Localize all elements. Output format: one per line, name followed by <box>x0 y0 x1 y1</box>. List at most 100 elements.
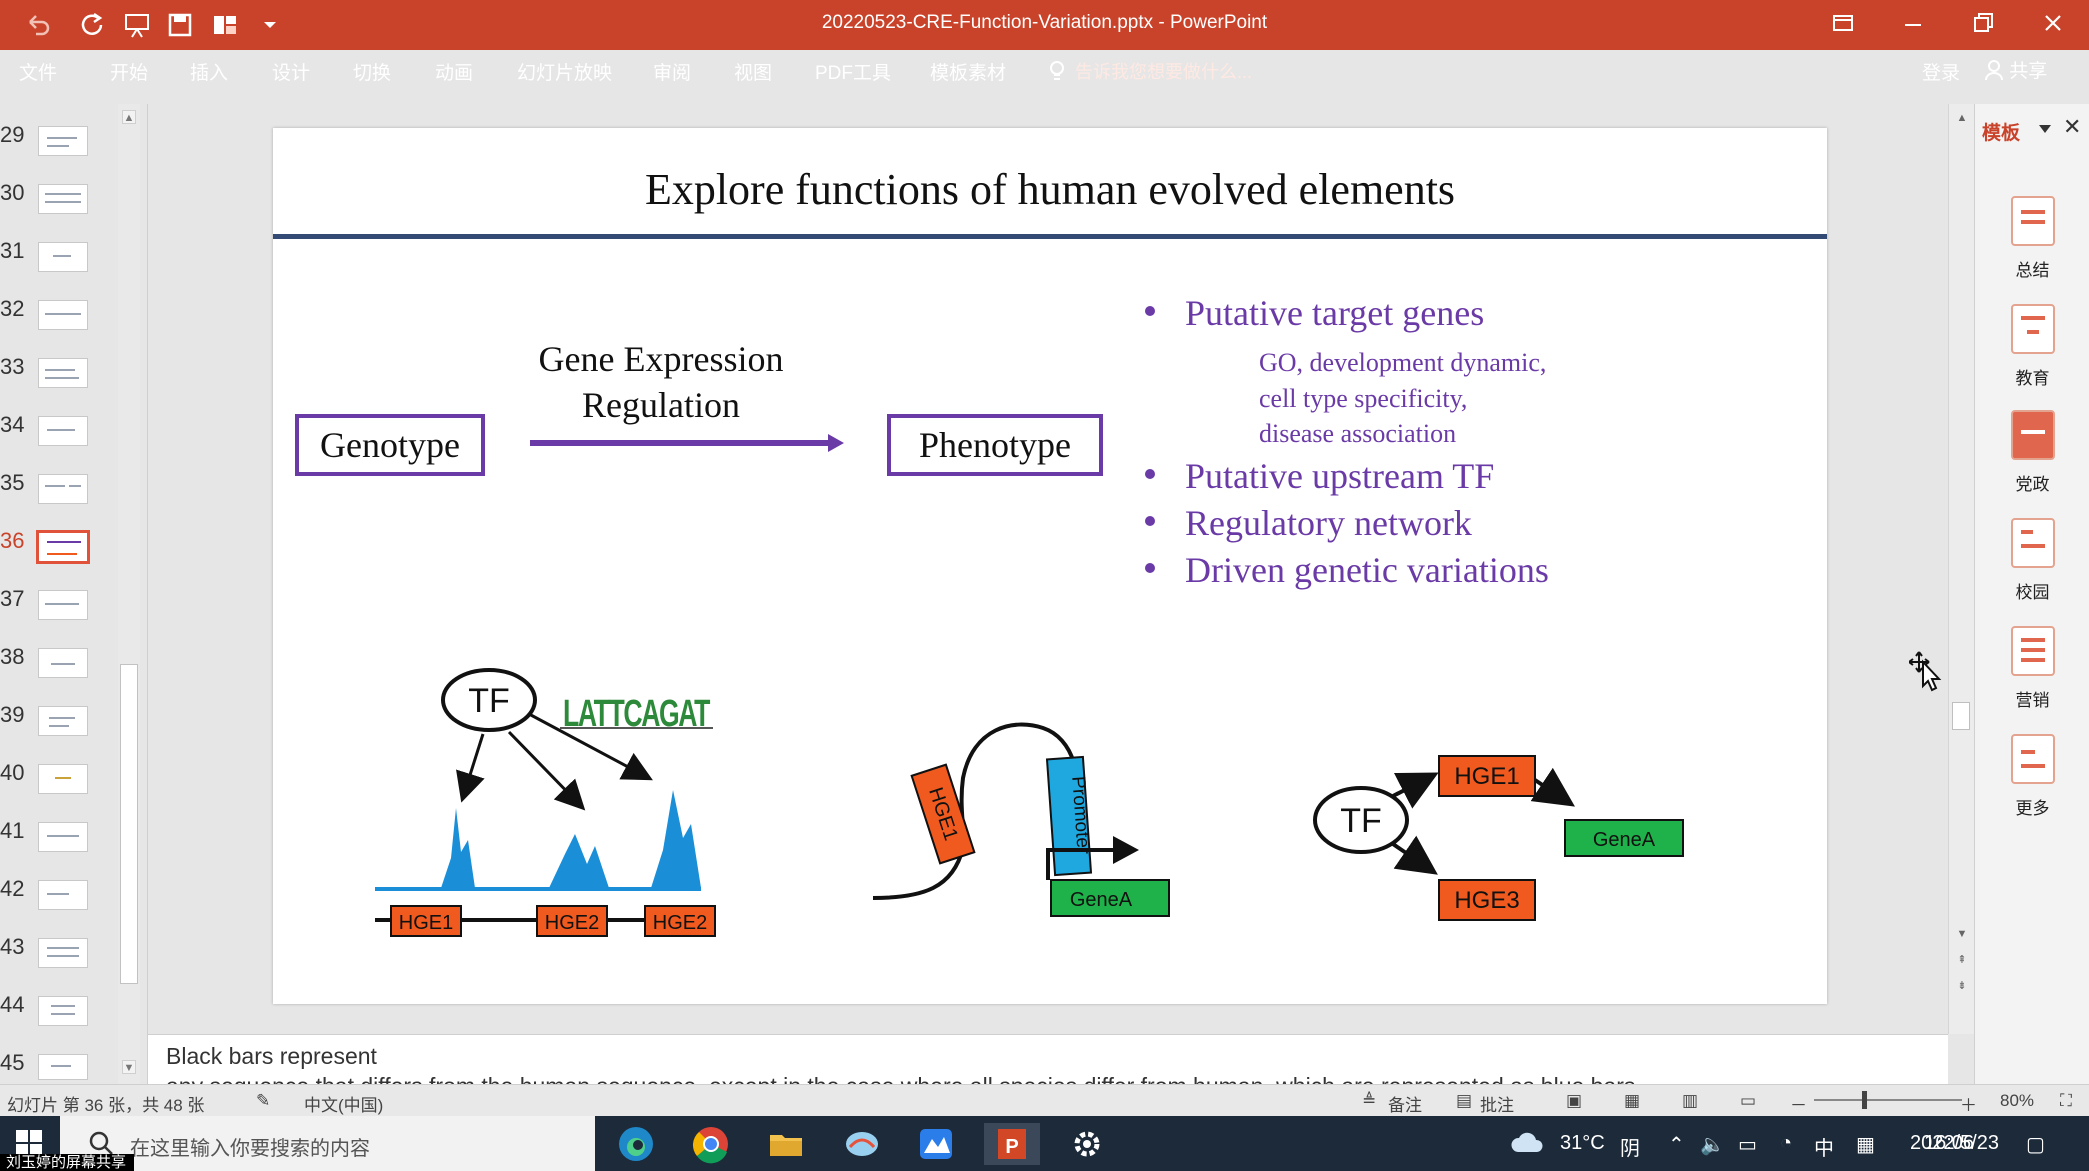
layout-icon[interactable] <box>210 10 240 40</box>
tab-transitions[interactable]: 切换 <box>353 58 391 85</box>
slide-thumbnail[interactable]: 41 <box>0 818 130 858</box>
tab-insert[interactable]: 插入 <box>190 58 228 85</box>
weather-text[interactable]: 阴 <box>1620 1132 1640 1161</box>
restore-icon[interactable] <box>1963 8 2003 40</box>
show-hidden-icons-icon[interactable]: ⌃ <box>1668 1132 1685 1157</box>
chrome-browser-icon[interactable] <box>683 1123 739 1165</box>
taskbar-search[interactable]: 在这里输入你要搜索的内容 <box>60 1116 595 1171</box>
slide-thumbnail[interactable]: 44 <box>0 992 130 1032</box>
template-category[interactable]: 教育 <box>1975 304 2089 404</box>
zoom-slider-handle[interactable] <box>1862 1091 1867 1109</box>
qat-customize-icon[interactable] <box>255 10 285 40</box>
fit-to-window-icon[interactable]: ⛶ <box>2060 1091 2072 1111</box>
comments-button[interactable]: 批注 <box>1480 1091 1514 1116</box>
volume-icon[interactable]: 🔈 <box>1700 1132 1725 1157</box>
speaker-notes[interactable]: Black bars represent any sequence that d… <box>148 1034 1948 1084</box>
app-icon[interactable] <box>834 1123 890 1165</box>
slide-thumbnail[interactable]: 43 <box>0 934 130 974</box>
redo-icon[interactable] <box>76 10 106 40</box>
slide-thumbnail[interactable]: 35 <box>0 470 130 510</box>
app-icon[interactable] <box>908 1123 964 1165</box>
slide-thumbnail[interactable]: 32 <box>0 296 130 336</box>
windows-start-icon[interactable] <box>16 1130 42 1156</box>
battery-icon[interactable]: ▭ <box>1738 1132 1757 1157</box>
thumbnail-scrollbar[interactable]: ▲ ▼ <box>118 104 140 1084</box>
undo-icon[interactable] <box>22 10 52 40</box>
next-slide-icon[interactable]: ⇟ <box>1954 978 1970 994</box>
slide-thumbnail[interactable]: 38 <box>0 644 130 684</box>
dropdown-arrow-icon[interactable] <box>2038 124 2052 134</box>
tf-binding-diagram[interactable]: TF LATTCAGAT HGE1 HGE2 HGE2 <box>375 668 716 937</box>
settings-gear-icon[interactable] <box>1059 1123 1115 1165</box>
minimize-icon[interactable] <box>1893 8 1933 40</box>
tab-view[interactable]: 视图 <box>734 58 772 85</box>
slide-thumbnail[interactable]: 40 <box>0 760 130 800</box>
slide-thumbnail[interactable]: 37 <box>0 586 130 626</box>
scroll-down-icon[interactable]: ▼ <box>1954 926 1970 942</box>
slide-thumbnail[interactable]: 42 <box>0 876 130 916</box>
scroll-up-icon[interactable]: ▲ <box>1954 110 1970 126</box>
template-category[interactable]: 总结 <box>1975 196 2089 296</box>
template-category[interactable]: 党政 <box>1975 410 2089 510</box>
language-indicator[interactable]: 中文(中国) <box>304 1091 383 1116</box>
template-category[interactable]: 更多 <box>1975 734 2089 834</box>
zoom-in-icon[interactable]: ＋ <box>1960 1091 1977 1116</box>
ribbon-display-options-icon[interactable] <box>1822 8 1862 40</box>
scroll-down-icon[interactable]: ▼ <box>122 1060 136 1074</box>
zoom-slider[interactable] <box>1814 1099 1962 1101</box>
start-slideshow-icon[interactable] <box>122 10 152 40</box>
edge-browser-icon[interactable] <box>608 1123 664 1165</box>
previous-slide-icon[interactable]: ⇞ <box>1954 952 1970 968</box>
zoom-level[interactable]: 80% <box>2000 1091 2034 1111</box>
reading-view-icon[interactable]: ▥ <box>1682 1091 1698 1111</box>
tell-me-search[interactable]: 告诉我您想要做什么... <box>1075 58 1252 84</box>
slide-thumbnail[interactable]: 34 <box>0 412 130 452</box>
template-category-label: 党政 <box>2015 475 2050 494</box>
tab-design[interactable]: 设计 <box>272 58 310 85</box>
save-icon[interactable] <box>165 10 195 40</box>
tab-animations[interactable]: 动画 <box>435 58 473 85</box>
zoom-out-icon[interactable]: － <box>1790 1091 1807 1116</box>
comments-icon[interactable]: ▤ <box>1456 1091 1472 1111</box>
template-pane-title[interactable]: 模板 <box>1982 118 2020 145</box>
slide-thumbnail-selected[interactable]: 36 <box>0 528 130 568</box>
normal-view-icon[interactable]: ▣ <box>1566 1091 1582 1111</box>
tab-template-material[interactable]: 模板素材 <box>930 58 1006 85</box>
tab-review[interactable]: 审阅 <box>653 58 691 85</box>
scroll-up-icon[interactable]: ▲ <box>122 110 136 124</box>
share-button[interactable]: 共享 <box>1984 56 2047 83</box>
regulatory-network-diagram[interactable]: TF HGE1 HGE3 GeneA <box>1313 755 1684 921</box>
close-icon[interactable] <box>2033 8 2073 40</box>
template-category[interactable]: 营销 <box>1975 626 2089 726</box>
tab-file[interactable]: 文件 <box>19 58 57 85</box>
slide-sorter-icon[interactable]: ▦ <box>1624 1091 1640 1111</box>
enhancer-loop-diagram[interactable]: HGE1 Promoter GeneA <box>872 722 1170 917</box>
login-button[interactable]: 登录 <box>1922 58 1960 85</box>
editor-scrollbar[interactable]: ▲ ▼ ⇞ ⇟ <box>1948 104 1974 1034</box>
notes-icon[interactable]: ≜ <box>1362 1091 1376 1111</box>
ime-mode-icon[interactable]: ▦ <box>1856 1132 1875 1157</box>
template-category[interactable]: 校园 <box>1975 518 2089 618</box>
slide-thumbnail[interactable]: 31 <box>0 238 130 278</box>
powerpoint-icon[interactable]: P <box>984 1123 1040 1165</box>
slideshow-view-icon[interactable]: ▭ <box>1740 1091 1756 1111</box>
file-explorer-icon[interactable] <box>758 1123 814 1165</box>
slide-canvas[interactable]: Explore functions of human evolved eleme… <box>273 128 1942 1004</box>
slide-thumbnail[interactable]: 33 <box>0 354 130 394</box>
tab-home[interactable]: 开始 <box>110 58 148 85</box>
ime-indicator[interactable]: 中 <box>1814 1132 1834 1161</box>
tab-slideshow[interactable]: 幻灯片放映 <box>517 58 612 85</box>
scrollbar-handle[interactable] <box>1952 702 1970 730</box>
slide-thumbnail[interactable]: 30 <box>0 180 130 220</box>
tab-pdf-tools[interactable]: PDF工具 <box>815 58 891 85</box>
notification-center-icon[interactable]: ▢ <box>2026 1132 2045 1157</box>
slide-thumbnail[interactable]: 29 <box>0 122 130 162</box>
notes-button[interactable]: 备注 <box>1388 1091 1422 1116</box>
wifi-icon[interactable]: ◔ <box>1780 1132 1792 1155</box>
close-pane-icon[interactable]: ✕ <box>2063 114 2081 140</box>
scrollbar-handle[interactable] <box>120 664 138 984</box>
clock-date[interactable]: 2022/5/23 <box>1910 1132 1999 1155</box>
spell-check-icon[interactable]: ✎ <box>256 1091 270 1111</box>
slide-thumbnail[interactable]: 39 <box>0 702 130 742</box>
temperature[interactable]: 31°C <box>1560 1132 1605 1155</box>
